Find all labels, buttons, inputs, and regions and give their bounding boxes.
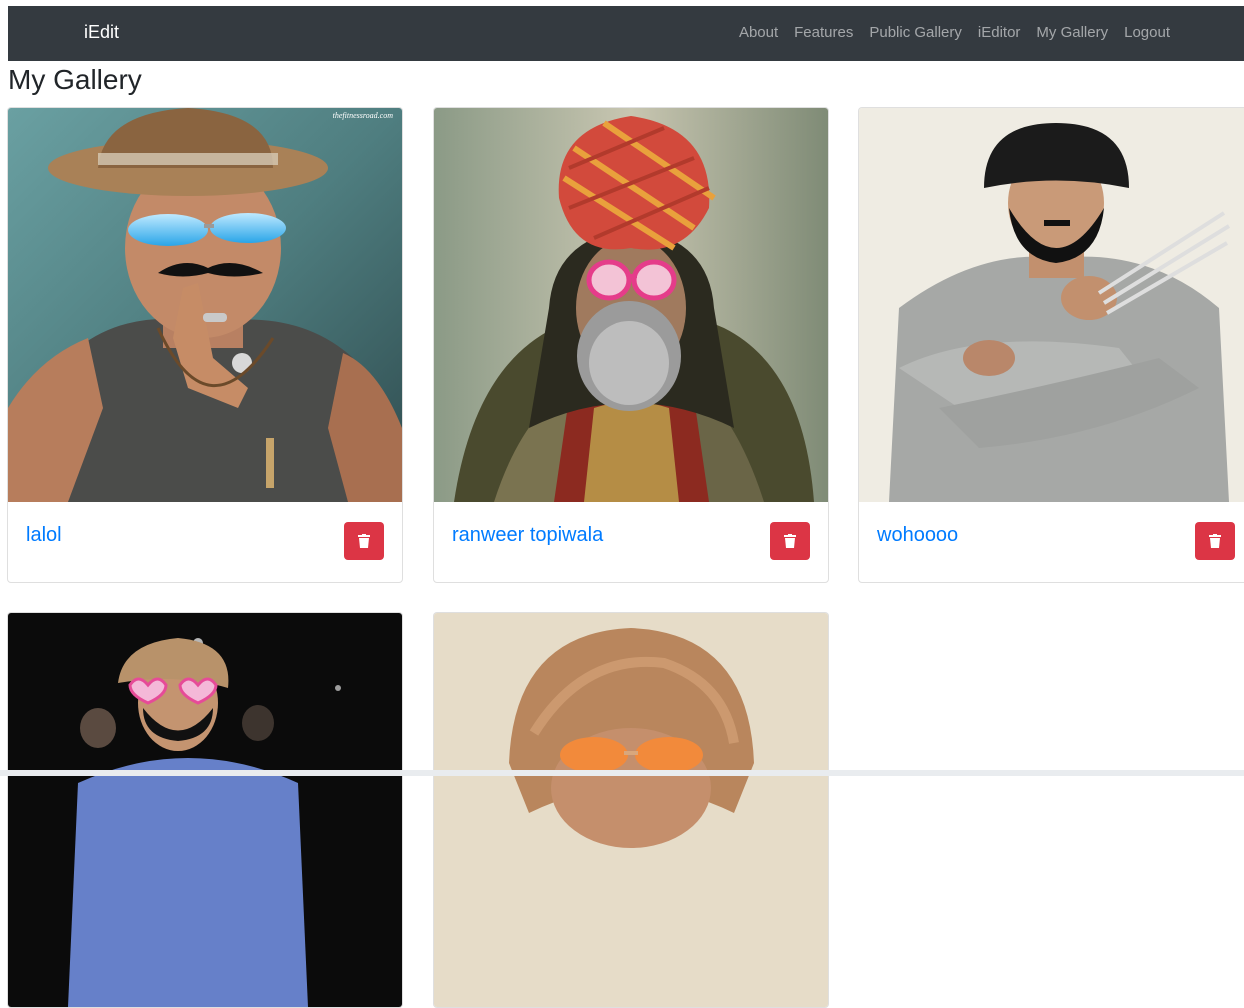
card-body: wohoooo: [859, 502, 1244, 582]
gallery-image[interactable]: thefitnessroad.com: [8, 108, 402, 502]
gallery-card: wohoooo: [858, 107, 1244, 583]
gallery-image[interactable]: [8, 613, 402, 1007]
nav-link-logout[interactable]: Logout: [1124, 24, 1170, 41]
trash-icon: [784, 534, 796, 548]
gallery-card: ranweer topiwala: [433, 107, 829, 583]
card-title-link[interactable]: lalol: [26, 524, 62, 547]
nav-link-ieditor[interactable]: iEditor: [978, 24, 1021, 41]
image-watermark: thefitnessroad.com: [333, 111, 394, 120]
page-bottom-edge: [0, 770, 1244, 776]
brand-logo[interactable]: iEdit: [84, 22, 119, 43]
nav-link-features[interactable]: Features: [794, 24, 853, 41]
gallery-card: [7, 612, 403, 1008]
delete-button[interactable]: [1195, 522, 1235, 560]
page-title: My Gallery: [8, 64, 142, 95]
gallery-card: thefitnessroad.com lalol: [7, 107, 403, 583]
trash-icon: [1209, 534, 1221, 548]
gallery-image[interactable]: [434, 613, 828, 1007]
gallery-image[interactable]: [434, 108, 828, 502]
card-body: lalol: [8, 502, 402, 582]
card-body: ranweer topiwala: [434, 502, 828, 582]
card-title-link[interactable]: ranweer topiwala: [452, 524, 603, 547]
navbar: iEdit About Features Public Gallery iEdi…: [8, 6, 1244, 61]
gallery-card: [433, 612, 829, 1008]
delete-button[interactable]: [770, 522, 810, 560]
trash-icon: [358, 534, 370, 548]
nav-links: About Features Public Gallery iEditor My…: [739, 24, 1170, 41]
gallery-image[interactable]: [859, 108, 1244, 502]
nav-link-my-gallery[interactable]: My Gallery: [1036, 24, 1108, 41]
delete-button[interactable]: [344, 522, 384, 560]
nav-link-public-gallery[interactable]: Public Gallery: [869, 24, 962, 41]
card-title-link[interactable]: wohoooo: [877, 524, 958, 547]
nav-link-about[interactable]: About: [739, 24, 778, 41]
